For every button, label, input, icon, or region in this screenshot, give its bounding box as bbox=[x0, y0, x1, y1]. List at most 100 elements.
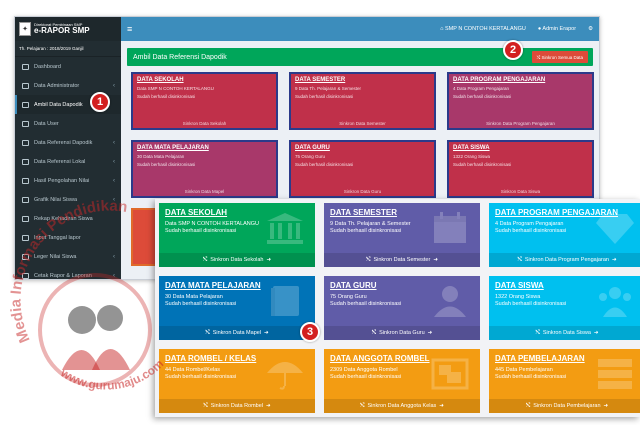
sidebar-item-dashboard[interactable]: Dashboard bbox=[15, 57, 121, 76]
brand-title: e-RAPOR SMP bbox=[34, 26, 90, 35]
shuffle-icon: ⤭ bbox=[205, 329, 210, 336]
sync-link[interactable]: ⤭ Sinkron Data Anggota Kelas ➜ bbox=[324, 399, 480, 413]
card-data-pembelajaran[interactable]: DATA PEMBELAJARAN 445 Data Pembelajaran S… bbox=[489, 349, 640, 413]
sync-link[interactable]: ⤭ Sinkron Data Program Pengajaran ➜ bbox=[489, 253, 640, 267]
card-desc: Data SMP N CONTOH KERTALANGU bbox=[165, 221, 260, 227]
card-desc: 445 Data Pembelajaran bbox=[495, 367, 553, 373]
chevron-left-icon: ‹ bbox=[113, 253, 115, 260]
card-data-siswa[interactable]: DATA SISWA 1322 Orang Siswa Sudah berhasi… bbox=[489, 276, 640, 340]
sync-label: Sinkron Data Rombel bbox=[210, 403, 264, 409]
shuffle-icon: ⤭ bbox=[366, 256, 371, 263]
sidebar-item-rekap-kehadiran-siswa[interactable]: Rekap Kehadiran Siswa bbox=[15, 209, 121, 228]
sync-link[interactable]: ⤭ Sinkron Data Rombel ➜ bbox=[159, 399, 315, 413]
shuffle-icon: ⤭ bbox=[517, 256, 522, 263]
card-data-program-pengajaran[interactable]: DATA PROGRAM PENGAJARAN 4 Data Program P… bbox=[489, 203, 640, 267]
panel-header: Ambil Data Referensi Dapodik ⤭ Sinkron S… bbox=[127, 48, 593, 66]
hamburger-icon[interactable]: ≡ bbox=[127, 24, 132, 34]
card-desc: 4 Data Program Pengajaran bbox=[453, 86, 510, 91]
card-sync-link[interactable]: Sinkron Data Mapel bbox=[133, 189, 276, 194]
card-desc: 1322 Orang Siswa bbox=[453, 154, 491, 159]
sidebar-item-label: Data Administrator bbox=[34, 82, 80, 89]
bg-card-partial bbox=[131, 208, 157, 266]
shuffle-icon: ⤭ bbox=[525, 402, 531, 409]
sync-label: Sinkron Data Semester bbox=[373, 257, 431, 263]
chevron-left-icon: ‹ bbox=[113, 272, 115, 279]
sidebar-item-label: Dashboard bbox=[34, 63, 61, 70]
card-data-rombel[interactable]: DATA ROMBEL / KELAS 44 Data Rombel/Kelas… bbox=[159, 349, 315, 413]
gears-icon[interactable]: ⚙ bbox=[588, 26, 593, 32]
tut-wuri-logo: ✦ bbox=[19, 22, 31, 36]
card-sync-link[interactable]: Sinkron Data Semester bbox=[291, 121, 434, 126]
brand[interactable]: ✦ Direktorat Pembinaan SMP e-RAPOR SMP bbox=[15, 17, 121, 41]
card-data-guru[interactable]: DATA GURU 75 Orang Guru Sudah berhasil di… bbox=[324, 276, 480, 340]
zoomed-card-panel: DATA SEKOLAH Data SMP N CONTOH KERTALANG… bbox=[155, 199, 640, 417]
card-sync-link[interactable]: Sinkron Data Siswa bbox=[449, 189, 592, 194]
arrow-icon: ➜ bbox=[433, 257, 438, 263]
chevron-left-icon: ‹ bbox=[113, 158, 115, 165]
card-title: DATA SEMESTER bbox=[295, 77, 346, 83]
card-title[interactable]: DATA SEMESTER bbox=[330, 208, 474, 217]
sync-link[interactable]: ⤭ Sinkron Data Pembelajaran ➜ bbox=[489, 399, 640, 413]
sync-link[interactable]: ⤭ Sinkron Data Semester ➜ bbox=[324, 253, 480, 267]
card-desc: 30 Data Mata Pelajaran bbox=[165, 294, 223, 300]
sync-link[interactable]: ⤭ Sinkron Data Sekolah ➜ bbox=[159, 253, 315, 267]
sync-link[interactable]: ⤭ Sinkron Data Siswa ➜ bbox=[489, 326, 640, 340]
card-title[interactable]: DATA PEMBELAJARAN bbox=[495, 354, 639, 363]
panel-title: Ambil Data Referensi Dapodik bbox=[133, 53, 227, 61]
sidebar-item-data-user[interactable]: Data User bbox=[15, 114, 121, 133]
sidebar-item-label: Data User bbox=[34, 120, 59, 127]
print-icon bbox=[22, 272, 29, 279]
card-data-sekolah[interactable]: DATA SEKOLAH Data SMP N CONTOH KERTALANG… bbox=[159, 203, 315, 267]
sync-link[interactable]: ⤭ Sinkron Data Mapel ➜ bbox=[159, 326, 315, 340]
card-title[interactable]: DATA GURU bbox=[330, 281, 474, 290]
sidebar-item-leger-nilai-siswa[interactable]: Leger Nilai Siswa ‹ bbox=[15, 247, 121, 266]
card-title[interactable]: DATA MATA PELAJARAN bbox=[165, 281, 309, 290]
card-data-anggota-rombel[interactable]: DATA ANGGOTA ROMBEL 2309 Data Anggota Ro… bbox=[324, 349, 480, 413]
shuffle-icon: ⤭ bbox=[371, 329, 377, 336]
bg-card-data-guru[interactable]: DATA GURU 75 Orang Guru Sudah berhasil dis… bbox=[289, 140, 436, 198]
sidebar-item-label: Grafik Nilai Siswa bbox=[34, 196, 78, 203]
desktop-icon bbox=[22, 139, 29, 146]
card-title: DATA SEKOLAH bbox=[137, 77, 184, 83]
card-title: DATA MATA PELAJARAN bbox=[137, 145, 209, 151]
sidebar-item-grafik-nilai-siswa[interactable]: Grafik Nilai Siswa ‹ bbox=[15, 190, 121, 209]
card-sync-link[interactable]: Sinkron Data Sekolah bbox=[133, 121, 276, 126]
card-title[interactable]: DATA ROMBEL / KELAS bbox=[165, 354, 309, 363]
bg-card-data-siswa[interactable]: DATA SISWA 1322 Orang Siswa Sudah berhasil… bbox=[447, 140, 594, 198]
card-data-mata-pelajaran[interactable]: DATA MATA PELAJARAN 30 Data Mata Pelajar… bbox=[159, 276, 315, 340]
sidebar-item-hasil-pengolahan-nilai[interactable]: Hasil Pengolahan Nilai ‹ bbox=[15, 171, 121, 190]
school-menu[interactable]: ⌂ SMP N CONTOH KERTALANGU bbox=[440, 26, 526, 32]
bg-card-data-mapel[interactable]: DATA MATA PELAJARAN 30 Data Mata Pelajara… bbox=[131, 140, 278, 198]
arrow-icon: ➜ bbox=[611, 257, 617, 263]
bg-card-data-program[interactable]: DATA PROGRAM PENGAJARAN 4 Data Program Pe… bbox=[447, 72, 594, 130]
card-title[interactable]: DATA SISWA bbox=[495, 281, 639, 290]
sync-link[interactable]: ⤭ Sinkron Data Guru ➜ bbox=[324, 326, 480, 340]
card-data-semester[interactable]: DATA SEMESTER 9 Data Th. Pelajaran & Sem… bbox=[324, 203, 480, 267]
card-status: Sudah berhasil disinkronisasi bbox=[453, 94, 512, 99]
card-title[interactable]: DATA SEKOLAH bbox=[165, 208, 309, 217]
bg-card-data-semester[interactable]: DATA SEMESTER 9 Data Th. Pelajaran & Seme… bbox=[289, 72, 436, 130]
sidebar-item-data-referensi-lokal[interactable]: Data Referensi Lokal ‹ bbox=[15, 152, 121, 171]
sidebar-item-data-administrator[interactable]: Data Administrator ‹ bbox=[15, 76, 121, 95]
chevron-left-icon: ‹ bbox=[113, 196, 115, 203]
sync-label: Sinkron Data Siswa bbox=[542, 330, 591, 336]
sync-label: Sinkron Data Mapel bbox=[212, 330, 262, 336]
card-status: Sudah berhasil disinkronisasi bbox=[330, 374, 402, 381]
card-title[interactable]: DATA PROGRAM PENGAJARAN bbox=[495, 208, 639, 217]
card-sync-link[interactable]: Sinkron Data Guru bbox=[291, 189, 434, 194]
sidebar-item-cetak-rapor[interactable]: Cetak Rapor & Laporan ‹ bbox=[15, 266, 121, 279]
card-title[interactable]: DATA ANGGOTA ROMBEL bbox=[330, 354, 474, 363]
sync-all-button[interactable]: ⤭ Sinkron Semua Data bbox=[531, 51, 588, 63]
sidebar-item-data-referensi-dapodik[interactable]: Data Referensi Dapodik ‹ bbox=[15, 133, 121, 152]
bg-card-data-sekolah[interactable]: DATA SEKOLAH Data SMP N CONTOH KERTALANGU… bbox=[131, 72, 278, 130]
step-badge-3: 3 bbox=[300, 322, 320, 342]
calendar-icon bbox=[22, 234, 29, 241]
card-sync-link[interactable]: Sinkron Data Program Pengajaran bbox=[449, 121, 592, 126]
sidebar: ✦ Direktorat Pembinaan SMP e-RAPOR SMP T… bbox=[15, 17, 121, 279]
card-desc: Data SMP N CONTOH KERTALANGU bbox=[137, 86, 214, 91]
sidebar-item-input-tanggal-lapor[interactable]: Input Tanggal lapor bbox=[15, 228, 121, 247]
shuffle-icon: ⤭ bbox=[202, 256, 208, 263]
card-status: Sudah berhasil disinkronisasi bbox=[453, 162, 512, 167]
user-menu[interactable]: ● Admin Erapor bbox=[538, 26, 576, 32]
shuffle-icon: ⤭ bbox=[535, 329, 540, 336]
